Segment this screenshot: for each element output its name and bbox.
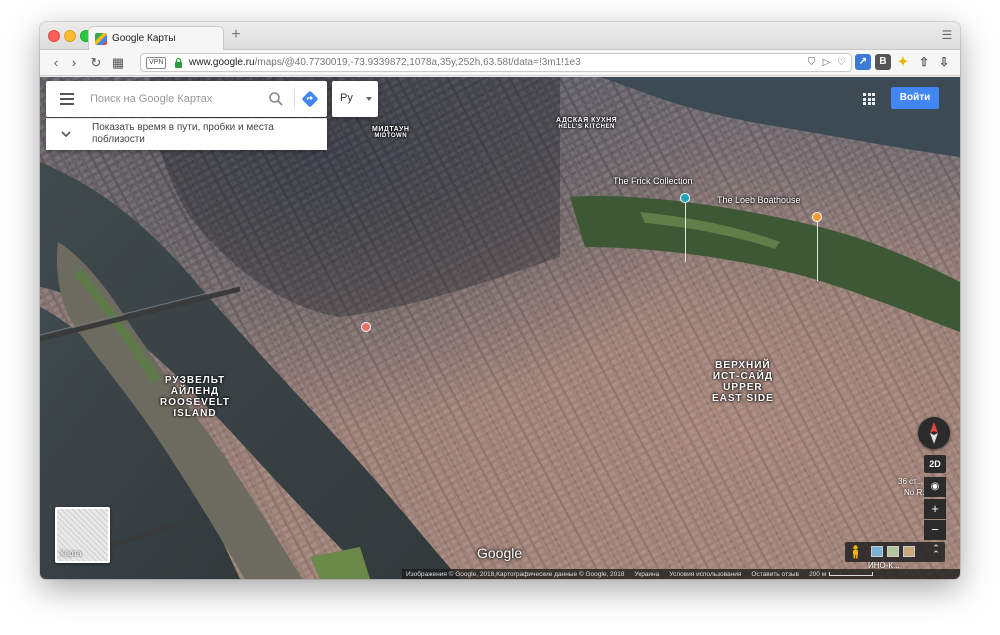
map-canvas[interactable]: Ру Показать время в пути, пробки и места… <box>40 77 960 579</box>
street-view-panel: ⌃ ⌃ <box>845 542 945 562</box>
hamburger-menu-icon[interactable] <box>60 93 74 105</box>
terms-link[interactable]: Условия использования <box>669 571 741 578</box>
expand-icon[interactable]: ⌃ ⌃ <box>931 544 941 559</box>
translate-extension-icon[interactable]: ↗ <box>855 54 871 70</box>
search-icon[interactable] <box>268 91 284 107</box>
language-select[interactable]: Ру <box>332 81 378 117</box>
label-upper-east-side: ВЕРХНИЙ ИСТ-САЙД UPPER EAST SIDE <box>712 360 774 404</box>
street-view-thumb[interactable] <box>887 546 899 557</box>
back-button[interactable]: ‹ <box>48 54 64 72</box>
map-mode-thumbnail[interactable]: Карта <box>55 507 110 563</box>
label-midtown: МИДТАУН MIDTOWN <box>372 126 410 139</box>
my-location-icon[interactable]: ◉ <box>924 477 946 497</box>
grid-view-icon[interactable]: ▦ <box>110 54 126 72</box>
close-window-button[interactable] <box>48 30 60 42</box>
address-bar[interactable]: VPN www.google.ru/maps/@40.7730019,-73.9… <box>140 53 852 72</box>
lock-icon <box>175 57 182 68</box>
share-icon[interactable]: ⇧ <box>916 54 932 70</box>
toggle-2d-button[interactable]: 2D <box>924 455 946 473</box>
frick-pin-line <box>685 202 686 262</box>
browser-window: Google Карты + ☰ ‹ › ↻ ▦ VPN www.google.… <box>40 22 960 579</box>
zoom-out-button[interactable]: − <box>924 520 946 540</box>
compass-icon[interactable] <box>918 417 950 449</box>
navigation-bar: ‹ › ↻ ▦ VPN www.google.ru/maps/@40.77300… <box>40 50 960 76</box>
google-maps-favicon-icon <box>95 32 107 45</box>
minimize-window-button[interactable] <box>64 30 76 42</box>
search-box <box>46 81 327 117</box>
feedback-link[interactable]: Оставить отзыв <box>751 571 799 578</box>
poi-loeb-boathouse[interactable]: The Loeb Boathouse <box>717 195 801 205</box>
search-input[interactable] <box>90 90 260 108</box>
language-selected-value: Ру <box>340 92 353 104</box>
poi-frick-collection[interactable]: The Frick Collection <box>613 176 693 186</box>
chevron-down-icon[interactable] <box>61 129 71 139</box>
attribution-text: Изображения © Google, 2018,Картографичес… <box>406 570 625 578</box>
country-link[interactable]: Украина <box>635 571 660 578</box>
caret-down-icon <box>366 97 372 101</box>
label-roosevelt-island: РУЗВЕЛЬТ АЙЛЕНД ROOSEVELT ISLAND <box>160 375 230 419</box>
map-footer: Изображения © Google, 2018,Картографичес… <box>402 569 960 579</box>
directions-icon[interactable] <box>301 90 319 108</box>
heart-icon[interactable]: ♡ <box>835 56 848 69</box>
scale-indicator[interactable]: 200 м <box>809 571 874 578</box>
label-hells-kitchen: АДСКАЯ КУХНЯ HELL'S KITCHEN <box>556 117 618 130</box>
sign-in-button[interactable]: Войти <box>891 87 939 109</box>
satellite-terrain <box>40 77 960 579</box>
pegman-icon[interactable] <box>851 545 860 559</box>
loeb-pin-line <box>817 221 818 281</box>
reload-button[interactable]: ↻ <box>88 54 104 72</box>
map-mode-label: Карта <box>60 549 82 558</box>
download-icon[interactable]: ⇩ <box>936 54 952 70</box>
google-logo: Google <box>477 545 523 561</box>
send-icon[interactable]: ▷ <box>820 56 833 69</box>
extension-b-icon[interactable]: B <box>875 54 891 70</box>
traffic-prompt-text: Показать время в пути, пробки и места по… <box>92 122 274 145</box>
zoom-in-button[interactable]: + <box>924 499 946 519</box>
vpn-badge[interactable]: VPN <box>146 57 167 69</box>
frick-collection-pin-icon[interactable] <box>680 193 690 203</box>
search-divider <box>294 89 295 109</box>
new-tab-button[interactable]: + <box>228 26 244 44</box>
forward-button[interactable]: › <box>66 54 82 72</box>
street-view-thumb[interactable] <box>871 546 883 557</box>
tab-google-maps[interactable]: Google Карты <box>88 26 224 50</box>
hospital-pin-icon[interactable] <box>361 322 371 332</box>
traffic-nearby-panel[interactable]: Показать время в пути, пробки и места по… <box>46 118 327 150</box>
loeb-boathouse-pin-icon[interactable] <box>812 212 822 222</box>
street-view-thumb[interactable] <box>903 546 915 557</box>
tab-list-icon[interactable]: ☰ <box>940 28 954 42</box>
tab-title: Google Карты <box>112 33 176 44</box>
title-bar: Google Карты + ☰ <box>40 22 960 50</box>
street-label-partial: 36 ст... <box>898 477 923 486</box>
url-text: www.google.ru/maps/@40.7730019,-73.93398… <box>189 57 581 68</box>
bulb-extension-icon[interactable]: ✦ <box>895 54 911 70</box>
shield-icon[interactable]: ⛉ <box>805 56 818 69</box>
apps-grid-icon[interactable] <box>863 93 875 105</box>
